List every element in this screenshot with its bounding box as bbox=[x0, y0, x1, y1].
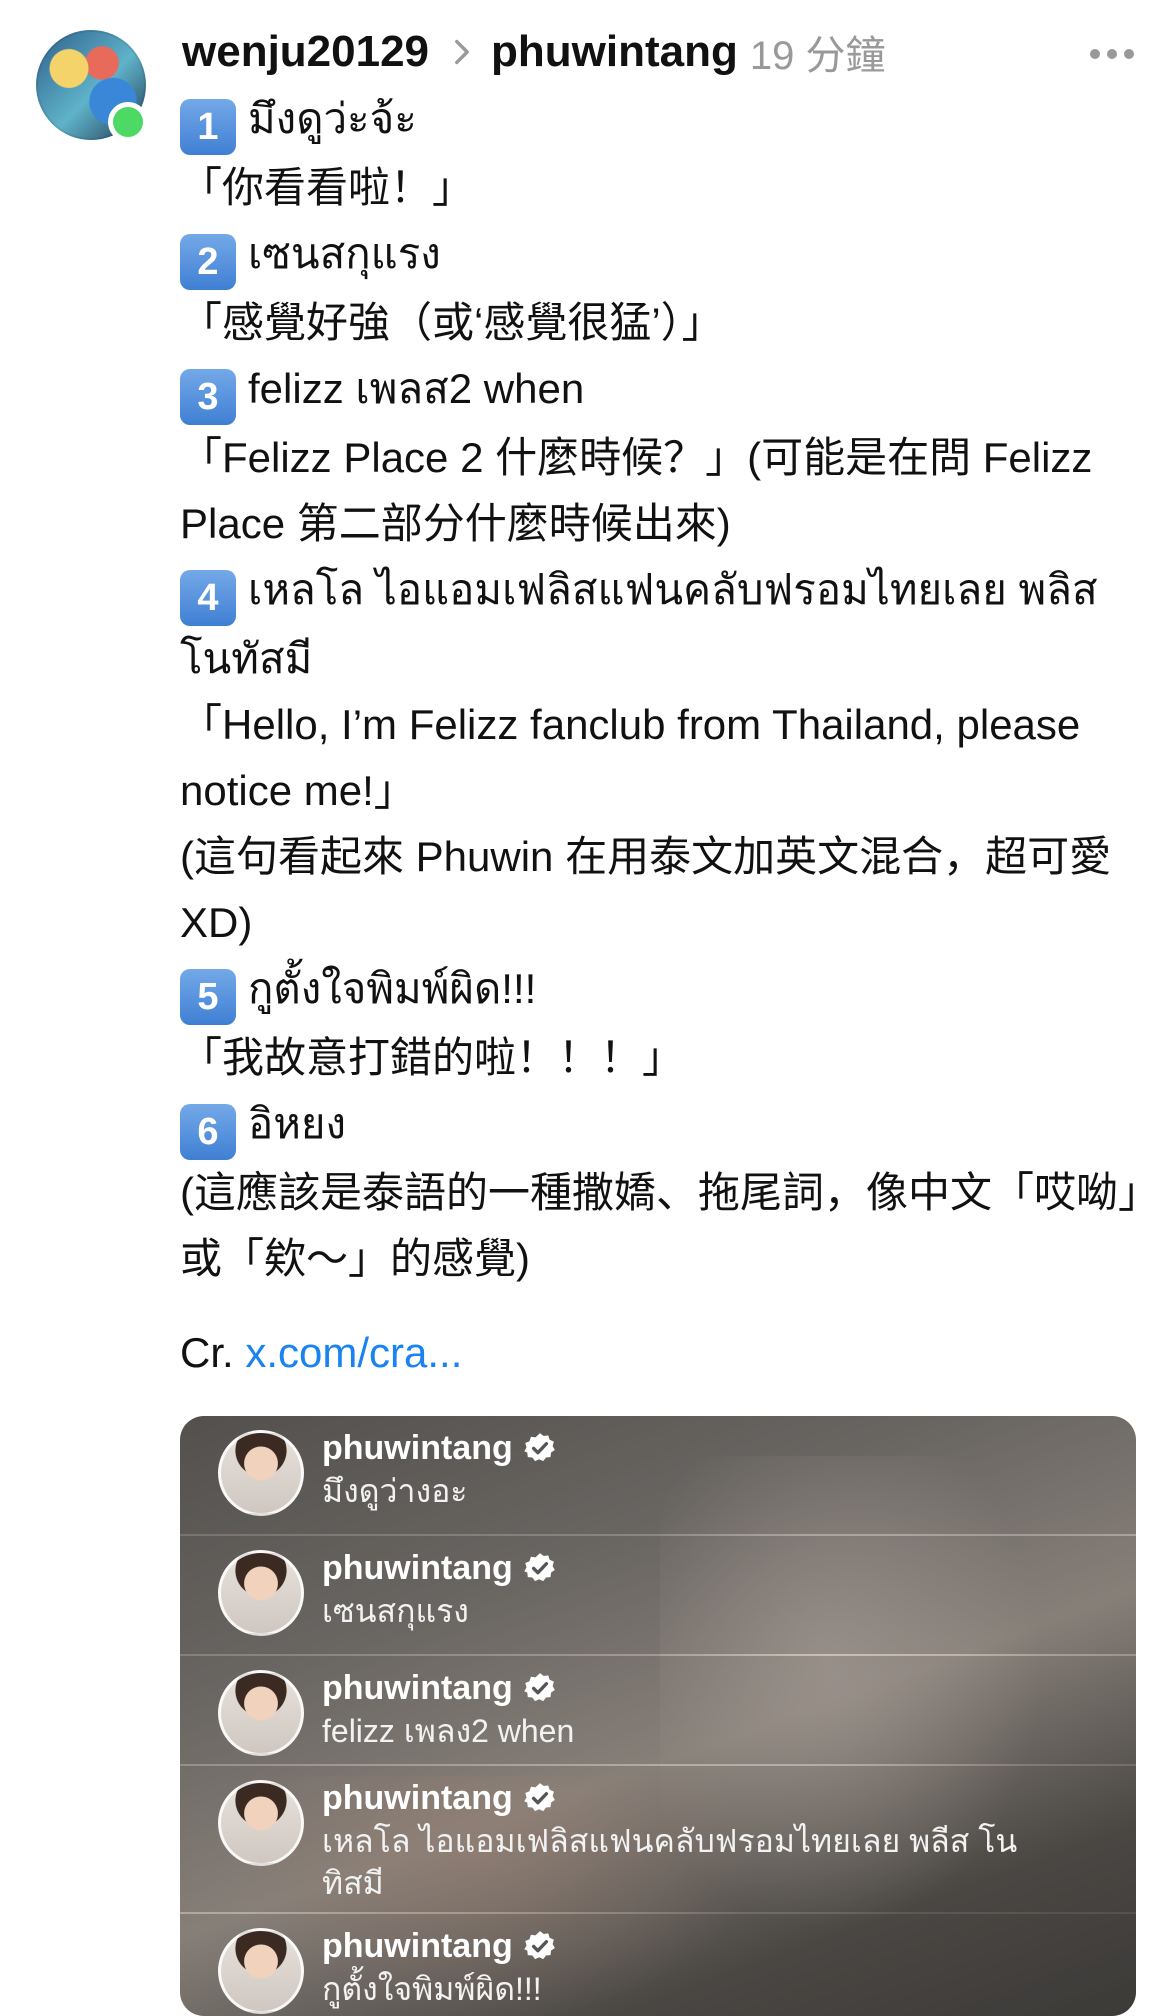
author-username[interactable]: wenju20129 bbox=[182, 27, 429, 77]
keycap-number-icon: 4 bbox=[180, 570, 236, 626]
keycap-number-icon: 3 bbox=[180, 369, 236, 425]
keycap-number-icon: 1 bbox=[180, 99, 236, 155]
comment-message: กูตั้งใจพิมพ์ผิด!!! bbox=[322, 1971, 542, 2007]
comment-message: เซนสกุแรง bbox=[322, 1593, 469, 1629]
thai-text: อิหยง bbox=[248, 1100, 347, 1147]
note-text: (這句看起來 Phuwin 在用泰文加英文混合，超可愛XD) bbox=[180, 833, 1112, 946]
post-timestamp: 19 分鐘 bbox=[749, 34, 886, 78]
list-item: 4 เหลโล ไอแอมเฟลิสแฟนคลับฟรอมไทยเลย พลิส … bbox=[180, 557, 1140, 692]
translation-text: 「你看看啦！」 bbox=[180, 164, 475, 211]
commenter-name: phuwintang bbox=[322, 1779, 513, 1817]
translation-text: 「我故意打錯的啦！！！」 bbox=[180, 1034, 685, 1081]
commenter-avatar bbox=[218, 1550, 304, 1636]
live-comment: phuwintang เซนสกุแรง bbox=[180, 1536, 1136, 1654]
comment-message: มึงดูว่างอะ bbox=[322, 1473, 468, 1509]
commenter-avatar bbox=[218, 1670, 304, 1756]
credit-line: Cr. x.com/cra... bbox=[180, 1320, 1140, 1386]
comment-message: felizz เพลง2 when bbox=[322, 1713, 575, 1749]
list-item: 5 กูตั้งใจพิมพ์ผิด!!! bbox=[180, 956, 1140, 1025]
translation-text: 「感覺好強（或‘感覺很猛’）」 bbox=[180, 299, 724, 346]
chevron-right-icon bbox=[455, 39, 469, 65]
live-comment: phuwintang เหลโล ไอแอมเฟลิสแฟนคลับฟรอมไท… bbox=[180, 1766, 1136, 1912]
keycap-number-icon: 5 bbox=[180, 969, 236, 1025]
verified-badge-icon bbox=[524, 1931, 555, 1960]
commenter-name: phuwintang bbox=[322, 1669, 513, 1707]
verified-badge-icon bbox=[524, 1783, 555, 1812]
thai-text: มึงดูว่ะจ้ะ bbox=[248, 95, 417, 142]
list-item: 2 เซนสกุแรง bbox=[180, 221, 1140, 290]
translation-text: 「Hello, I’m Felizz fanclub from Thailand… bbox=[180, 701, 1081, 814]
verified-badge-icon bbox=[524, 1673, 555, 1702]
list-item: 3 felizz เพลส2 when bbox=[180, 356, 1140, 425]
commenter-avatar bbox=[218, 1430, 304, 1516]
credit-link[interactable]: x.com/cra... bbox=[245, 1329, 462, 1376]
reply-to-username[interactable]: phuwintang bbox=[491, 27, 738, 77]
commenter-avatar bbox=[218, 1780, 304, 1866]
live-comment: phuwintang กูตั้งใจพิมพ์ผิด!!! bbox=[180, 1914, 1136, 2016]
commenter-name: phuwintang bbox=[322, 1549, 513, 1587]
credit-prefix: Cr. bbox=[180, 1329, 234, 1376]
keycap-number-icon: 6 bbox=[180, 1104, 236, 1160]
list-item: 6 อิหยง bbox=[180, 1091, 1140, 1160]
attached-image[interactable]: phuwintang มึงดูว่างอะ phuwintang เซนสกุ… bbox=[180, 1416, 1136, 2016]
post-header: wenju20129 phuwintang 19 分鐘 bbox=[182, 22, 885, 82]
thai-text: กูตั้งใจพิมพ์ผิด!!! bbox=[248, 965, 537, 1012]
online-status-dot bbox=[108, 102, 148, 142]
thai-text: felizz เพลส2 when bbox=[248, 365, 585, 412]
commenter-name: phuwintang bbox=[322, 1927, 513, 1965]
commenter-avatar bbox=[218, 1928, 304, 2014]
more-options-icon[interactable] bbox=[1090, 34, 1134, 74]
verified-badge-icon bbox=[524, 1433, 555, 1462]
list-item: 1 มึงดูว่ะจ้ะ bbox=[180, 86, 1140, 155]
translation-text: 「Felizz Place 2 什麼時候？」(可能是在問 Felizz Plac… bbox=[180, 434, 1093, 547]
thai-text: เซนสกุแรง bbox=[248, 230, 441, 277]
live-comment: phuwintang felizz เพลง2 when bbox=[180, 1656, 1136, 1764]
post-body: 1 มึงดูว่ะจ้ะ 「你看看啦！」 2 เซนสกุแรง 「感覺好強（或‘… bbox=[180, 86, 1140, 1386]
keycap-number-icon: 2 bbox=[180, 234, 236, 290]
verified-badge-icon bbox=[524, 1553, 555, 1582]
live-comment: phuwintang มึงดูว่างอะ bbox=[180, 1416, 1136, 1534]
commenter-name: phuwintang bbox=[322, 1429, 513, 1467]
thai-text: เหลโล ไอแอมเฟลิสแฟนคลับฟรอมไทยเลย พลิส โ… bbox=[180, 566, 1098, 682]
translation-text: (這應該是泰語的一種撒嬌、拖尾詞，像中文「哎呦」或「欸～」的感覺) bbox=[180, 1169, 1139, 1282]
comment-message: เหลโล ไอแอมเฟลิสแฟนคลับฟรอมไทยเลย พลีส โ… bbox=[322, 1823, 1018, 1901]
author-avatar[interactable] bbox=[36, 30, 148, 142]
